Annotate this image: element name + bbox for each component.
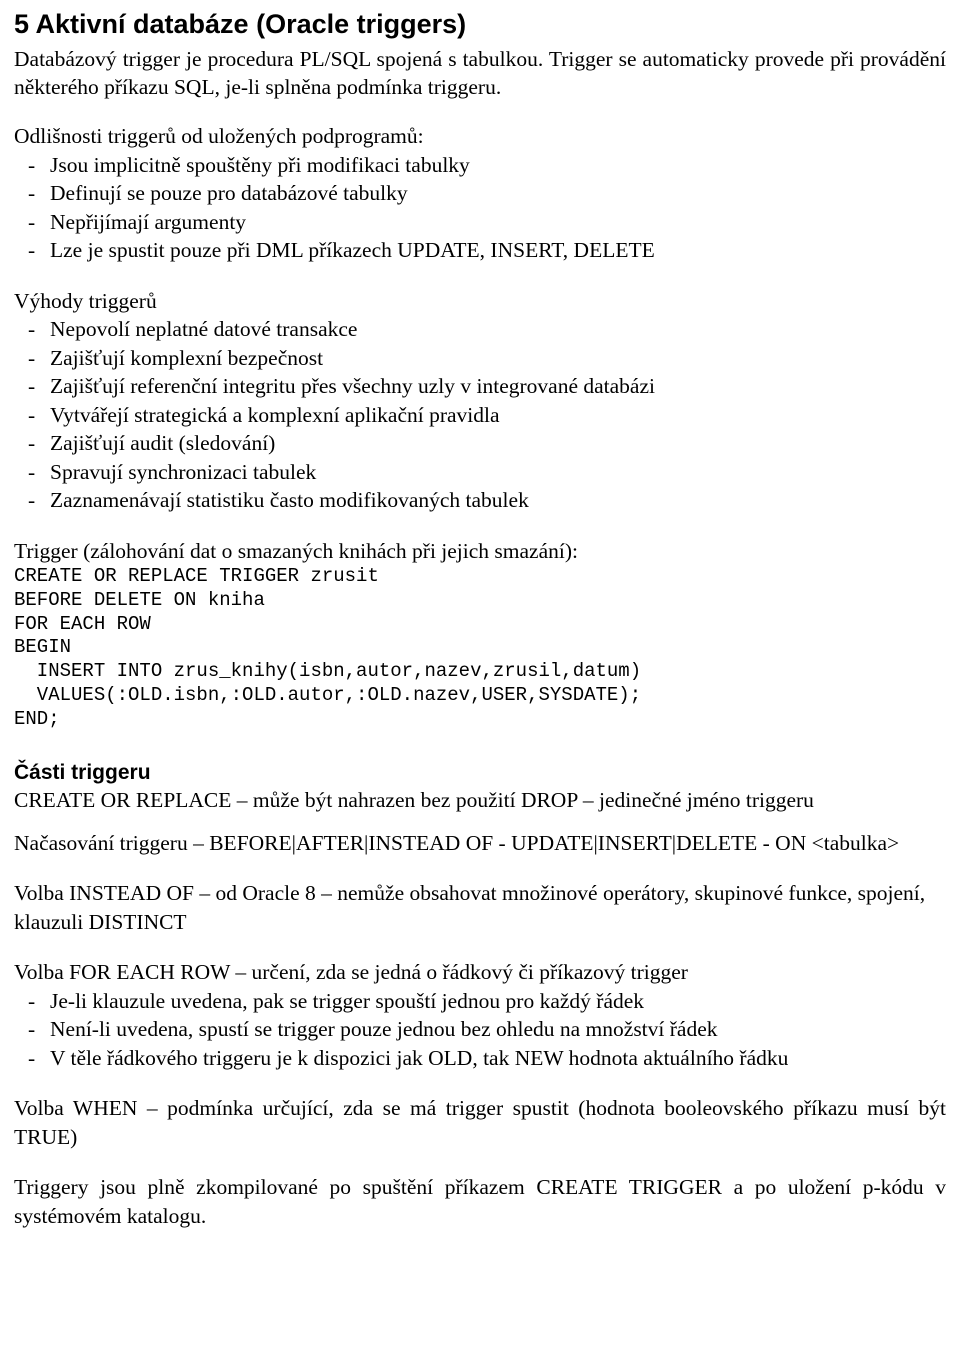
list-item-label: Spravují synchronizaci tabulek (50, 459, 317, 484)
list-item-label: V těle řádkového triggeru je k dispozici… (50, 1045, 789, 1070)
dash-bullet: - (28, 459, 36, 484)
list-item-label: Lze je spustit pouze při DML příkazech U… (50, 238, 655, 263)
parts-paragraph-4: Volba FOR EACH ROW – určení, zda se jedn… (14, 960, 688, 985)
example-caption: Trigger (zálohování dat o smazaných knih… (14, 538, 578, 563)
dash-bullet: - (28, 1045, 36, 1070)
parts-heading: Části triggeru (14, 761, 151, 785)
list-item: - Nepřijímají argumenty (14, 208, 946, 236)
advantages-list: - Nepovolí neplatné datové transakce - Zaj… (14, 315, 946, 514)
advantages-heading: Výhody triggerů (14, 288, 157, 313)
document-content: 5 Aktivní databáze (Oracle triggers) Dat… (0, 0, 960, 1230)
list-item: -V těle řádkového triggeru je k dispozic… (14, 1044, 946, 1072)
list-item: - Zajišťují audit (sledování) (14, 429, 946, 457)
code-block: CREATE OR REPLACE TRIGGER zrusit BEFORE … (14, 565, 642, 730)
list-item-label: Zajišťují referenční integritu přes všec… (50, 374, 655, 399)
dash-bullet: - (28, 238, 36, 263)
list-item: - Spravují synchronizaci tabulek (14, 458, 946, 486)
list-item-label: Definují se pouze pro databázové tabulky (50, 181, 408, 206)
dash-bullet: - (28, 209, 36, 234)
list-item-label: Není-li uvedena, spustí se trigger pouze… (50, 1017, 718, 1042)
dash-bullet: - (28, 431, 36, 456)
dash-bullet: - (28, 181, 36, 206)
list-item-label: Zaznamenávají statistiku často modifikov… (50, 488, 529, 513)
list-item: - Zajišťují referenční integritu přes vše… (14, 372, 946, 400)
list-item: - Je-li klauzule uvedena, pak se trigger … (14, 987, 946, 1015)
list-item-label: Zajišťují audit (sledování) (50, 431, 276, 456)
parts-paragraph-5: Volba WHEN – podmínka určující, zda se m… (14, 1096, 946, 1149)
list-item: - Není-li uvedena, spustí se trigger pouz… (14, 1015, 946, 1043)
parts-paragraph-3: Volba INSTEAD OF – od Oracle 8 – nemůže … (14, 881, 926, 934)
dash-bullet: - (28, 402, 36, 427)
list-item-label: Zajišťují komplexní bezpečnost (50, 345, 324, 370)
list-item-label: Nepovolí neplatné datové transakce (50, 317, 358, 342)
dash-bullet: - (28, 1017, 36, 1042)
document-page: 5 Aktivní databáze (Oracle triggers) Dat… (0, 0, 960, 1351)
list-item: - Zajišťují komplexní bezpečnost (14, 344, 946, 372)
dash-bullet: - (28, 317, 36, 342)
dash-bullet: - (28, 152, 36, 177)
list-item-label: Nepřijímají argumenty (50, 209, 247, 234)
for-each-row-list: - Je-li klauzule uvedena, pak se trigger … (14, 987, 946, 1072)
list-item: - Definují se pouze pro databázové tabulk… (14, 179, 946, 207)
dash-bullet: - (28, 374, 36, 399)
parts-paragraph-6: Triggery jsou plně zkompilované po spušt… (14, 1175, 946, 1228)
list-item-label: Vytvářejí strategická a komplexní aplika… (50, 402, 500, 427)
list-item-label: Jsou implicitně spouštěny při modifikaci… (50, 152, 470, 177)
dash-bullet: - (28, 488, 36, 513)
list-item: - Zaznamenávají statistiku často modifiko… (14, 486, 946, 514)
list-item: - Vytvářejí strategická a komplexní aplik… (14, 401, 946, 429)
dash-bullet: - (28, 988, 36, 1013)
parts-paragraph-1: CREATE OR REPLACE – může být nahrazen be… (14, 788, 814, 813)
intro-paragraph: Databázový trigger je procedura PL/SQL s… (14, 47, 946, 100)
list-item: - Jsou implicitně spouštěny při modifikac… (14, 151, 946, 179)
list-item-label: Je-li klauzule uvedena, pak se trigger s… (50, 988, 645, 1013)
parts-paragraph-2: Načasování triggeru – BEFORE|AFTER|INSTE… (14, 830, 900, 855)
list-item: - Nepovolí neplatné datové transakce (14, 315, 946, 343)
differences-list: - Jsou implicitně spouštěny při modifikac… (14, 151, 946, 265)
list-item: - Lze je spustit pouze při DML příkazech … (14, 236, 946, 264)
differences-heading: Odlišnosti triggerů od uložených podprog… (14, 124, 424, 149)
page-title: 5 Aktivní databáze (Oracle triggers) (14, 9, 467, 39)
dash-bullet: - (28, 345, 36, 370)
